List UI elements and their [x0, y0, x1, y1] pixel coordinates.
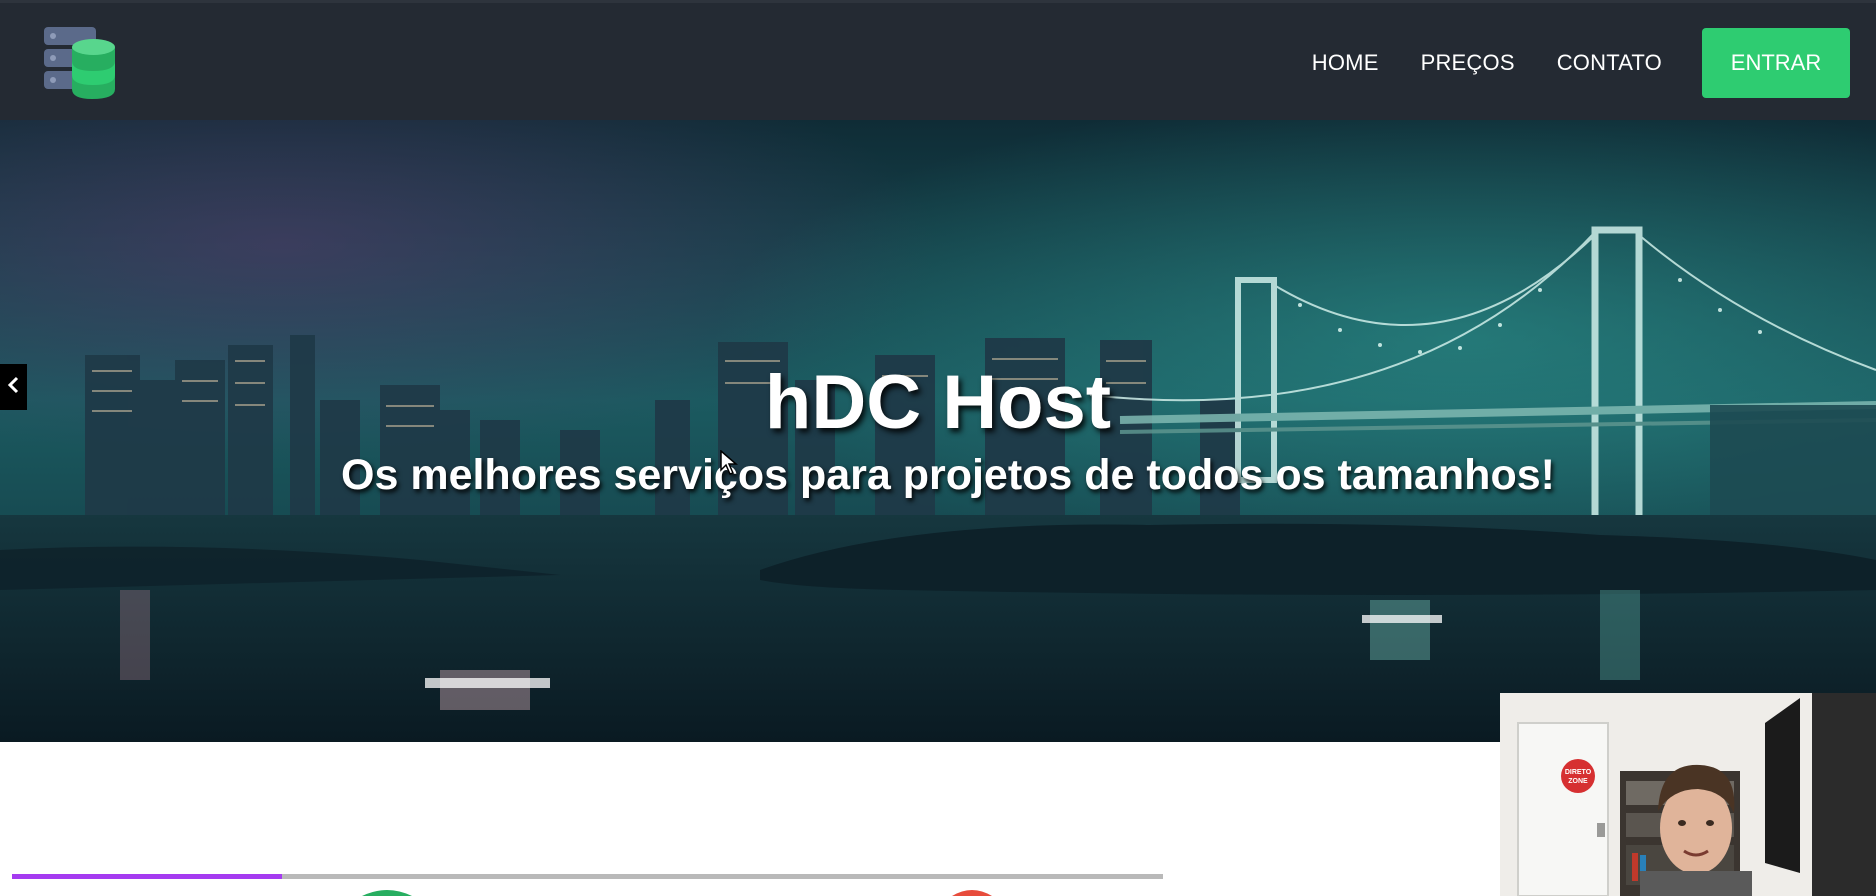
navbar: HOME PREÇOS CONTATO ENTRAR: [0, 0, 1876, 120]
mouse-cursor-icon: [720, 449, 739, 481]
database-server-icon[interactable]: [44, 27, 116, 99]
section-icon-partial: [362, 890, 412, 896]
video-progress-bar[interactable]: [12, 874, 1163, 879]
hero-subtitle: Os melhores serviços para projetos de to…: [341, 451, 1555, 499]
nav-menu: HOME PREÇOS CONTATO ENTRAR: [1312, 3, 1876, 123]
video-progress-fill: [12, 874, 283, 879]
nav-link-contact[interactable]: CONTATO: [1557, 50, 1662, 76]
hero-carousel: hDC Host Os melhores serviços para proje…: [0, 120, 1876, 742]
section-icon-partial: [952, 890, 992, 896]
nav-link-pricing[interactable]: PREÇOS: [1421, 50, 1515, 76]
webcam-sign-text: ZONE: [1568, 778, 1588, 785]
webcam-overlay: DIRETO ZONE: [1500, 693, 1876, 896]
login-button[interactable]: ENTRAR: [1702, 28, 1850, 98]
nav-link-home[interactable]: HOME: [1312, 50, 1379, 76]
webcam-sign-text: DIRETO: [1565, 769, 1592, 776]
hero-title: hDC Host: [764, 360, 1112, 445]
page: HOME PREÇOS CONTATO ENTRAR hDC Host Os m…: [0, 0, 1876, 896]
